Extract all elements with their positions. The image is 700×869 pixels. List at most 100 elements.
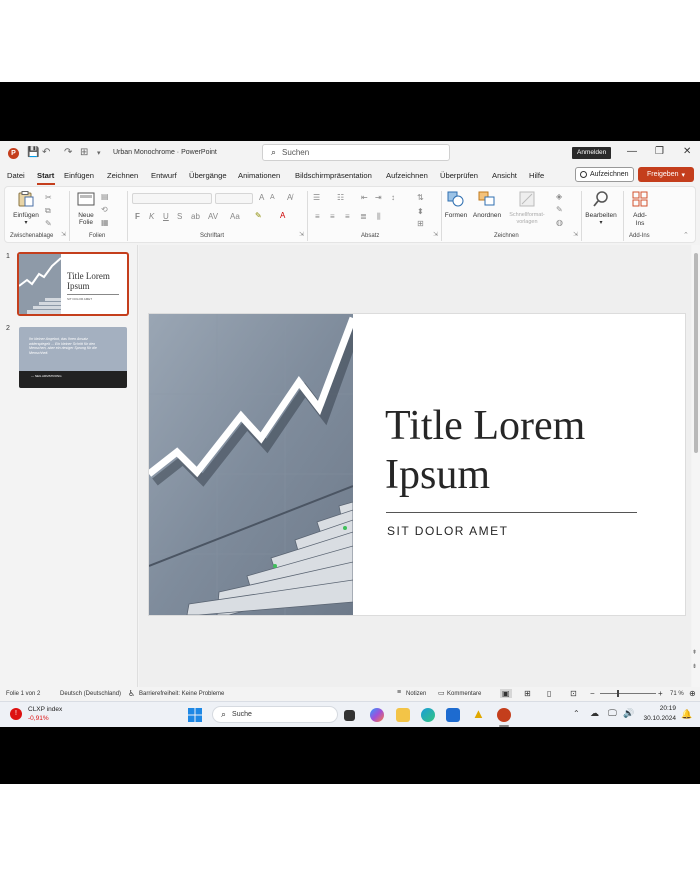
copy-icon[interactable]: ⧉ (45, 206, 51, 216)
columns-icon[interactable]: ⫼ (377, 212, 381, 222)
tray-overflow-icon[interactable]: ⌃ (573, 709, 580, 718)
slide-title[interactable]: Title Lorem Ipsum (385, 402, 585, 500)
align-text-icon[interactable]: ⬍ (417, 207, 424, 216)
comments-button[interactable]: Kommentare (447, 691, 481, 697)
cut-icon[interactable]: ✂ (45, 193, 52, 202)
zoom-level[interactable]: 71 % (670, 691, 684, 697)
powerpoint-taskbar-icon[interactable] (497, 708, 511, 722)
shape-outline-icon[interactable]: ✎ (556, 205, 563, 214)
tab-ueberpruefen[interactable]: Überprüfen (440, 171, 478, 180)
bold-button[interactable]: F (135, 212, 140, 221)
tab-animationen[interactable]: Animationen (238, 171, 280, 180)
maximize-button[interactable]: ❐ (655, 146, 664, 157)
dialog-launcher-icon[interactable]: ⇲ (61, 231, 66, 238)
font-grow-icon[interactable]: A (259, 193, 264, 202)
highlight-icon[interactable]: ✎ (255, 211, 262, 220)
align-right-icon[interactable]: ≡ (345, 212, 350, 221)
signin-button[interactable]: Anmelden (572, 147, 612, 159)
stock-widget-icon[interactable]: ! (10, 708, 22, 720)
notes-icon[interactable]: ≡ (397, 689, 401, 696)
align-center-icon[interactable]: ≡ (330, 212, 335, 221)
zoom-out-icon[interactable]: − (590, 689, 595, 698)
clear-format-icon[interactable]: A̸ (287, 193, 292, 202)
prev-slide-icon[interactable]: ⇞ (692, 649, 697, 656)
edge-icon[interactable] (421, 708, 435, 722)
volume-icon[interactable]: 🔊 (623, 708, 634, 719)
font-color-icon[interactable]: A (280, 211, 285, 220)
numbering-icon[interactable]: ☷ (337, 193, 344, 202)
bullets-icon[interactable]: ☰ (313, 193, 320, 202)
shape-effects-icon[interactable]: ◍ (556, 218, 563, 227)
justify-icon[interactable]: ≣ (360, 212, 367, 221)
notification-bell-icon[interactable]: 🔔 (681, 709, 692, 720)
tab-aufzeichnen[interactable]: Aufzeichnen (386, 171, 428, 180)
customize-qat-icon[interactable]: ▾ (97, 149, 101, 157)
slide-sorter-icon[interactable]: ⊞ (524, 689, 531, 698)
slide-subtitle[interactable]: SIT DOLOR AMET (387, 524, 508, 538)
share-button[interactable]: Freigeben ▾ (638, 167, 694, 182)
italic-button[interactable]: K (149, 212, 154, 221)
close-button[interactable]: ✕ (683, 146, 691, 157)
save-icon[interactable]: 💾 (27, 147, 39, 158)
clock-date[interactable]: 30.10.2024 (640, 715, 676, 722)
fit-slide-icon[interactable]: ⊕ (689, 689, 696, 698)
zoom-slider-thumb[interactable] (617, 690, 619, 697)
copilot-icon[interactable] (370, 708, 384, 722)
next-slide-icon[interactable]: ⇟ (692, 663, 697, 670)
shape-fill-icon[interactable]: ◈ (556, 192, 562, 201)
stock-name[interactable]: CLXP index (28, 706, 62, 713)
warning-app-icon[interactable]: ▲ (472, 706, 485, 721)
search-input[interactable]: ⌕ Suchen (262, 144, 450, 161)
accessibility-status[interactable]: Barrierefreiheit: Keine Probleme (139, 691, 224, 697)
record-button[interactable]: Aufzeichnen (575, 167, 634, 182)
undo-icon[interactable]: ↶ (42, 147, 50, 158)
language-status[interactable]: Deutsch (Deutschland) (60, 691, 121, 697)
layout-icon[interactable]: ▤ (101, 192, 109, 201)
reading-view-icon[interactable]: ▯ (547, 689, 551, 698)
edit-button[interactable]: Bearbeiten ▾ (583, 191, 619, 226)
slide-thumbnail-1[interactable]: Title Lorem Ipsum SIT DOLOR AMET (17, 252, 129, 316)
paste-button[interactable]: Einfügen ▾ (11, 191, 41, 226)
scrollbar-thumb[interactable] (694, 253, 698, 453)
dialog-launcher-icon[interactable]: ⇲ (299, 231, 304, 238)
vertical-scrollbar[interactable]: ⇞ ⇟ (692, 245, 700, 687)
text-direction-icon[interactable]: ⇅ (417, 193, 424, 202)
decrease-indent-icon[interactable]: ⇤ (361, 193, 368, 202)
stairs-graph-image[interactable] (149, 314, 353, 615)
tab-ansicht[interactable]: Ansicht (492, 171, 517, 180)
quick-styles-button[interactable]: Schnellformat-vorlagen (505, 191, 549, 226)
shapes-button[interactable]: Formen (443, 191, 469, 219)
taskbar-search[interactable]: ⌕ Suche (212, 706, 338, 723)
tab-einfuegen[interactable]: Einfügen (64, 171, 94, 180)
file-explorer-icon[interactable] (396, 708, 410, 722)
redo-icon[interactable]: ↷ (64, 147, 72, 158)
main-slide[interactable]: Title Lorem Ipsum SIT DOLOR AMET (148, 313, 686, 616)
increase-indent-icon[interactable]: ⇥ (375, 193, 382, 202)
zoom-slider[interactable] (600, 693, 656, 694)
zoom-in-icon[interactable]: + (658, 689, 663, 698)
tab-uebergaenge[interactable]: Übergänge (189, 171, 227, 180)
format-painter-icon[interactable]: ✎ (45, 219, 52, 228)
tab-datei[interactable]: Datei (7, 171, 25, 180)
accessibility-icon[interactable]: ♿ (128, 689, 135, 698)
windows-start-icon[interactable] (188, 708, 202, 722)
dialog-launcher-icon[interactable]: ⇲ (573, 231, 578, 238)
collapse-ribbon-icon[interactable]: ⌃ (683, 231, 689, 239)
char-spacing-icon[interactable]: AV (208, 212, 218, 221)
shadow-button[interactable]: S (177, 212, 182, 221)
present-icon[interactable]: ⊞ (80, 147, 88, 158)
network-icon[interactable]: 🖵 (608, 708, 617, 719)
addins-button[interactable]: Add-Ins (627, 191, 653, 228)
notes-button[interactable]: Notizen (406, 691, 426, 697)
font-size-select[interactable] (215, 193, 253, 204)
dialog-launcher-icon[interactable]: ⇲ (433, 231, 438, 238)
font-shrink-icon[interactable]: A (270, 194, 275, 201)
arrange-button[interactable]: Anordnen (471, 191, 503, 219)
store-icon[interactable] (446, 708, 460, 722)
task-view-icon[interactable] (344, 710, 355, 721)
line-spacing-icon[interactable]: ↕ (391, 193, 395, 202)
onedrive-icon[interactable]: ☁ (590, 708, 599, 719)
tab-entwurf[interactable]: Entwurf (151, 171, 177, 180)
slide-thumbnail-2[interactable]: Ihr kleiner Angebot, das Ihren Ansatz wi… (19, 327, 127, 388)
minimize-button[interactable]: — (627, 146, 637, 157)
